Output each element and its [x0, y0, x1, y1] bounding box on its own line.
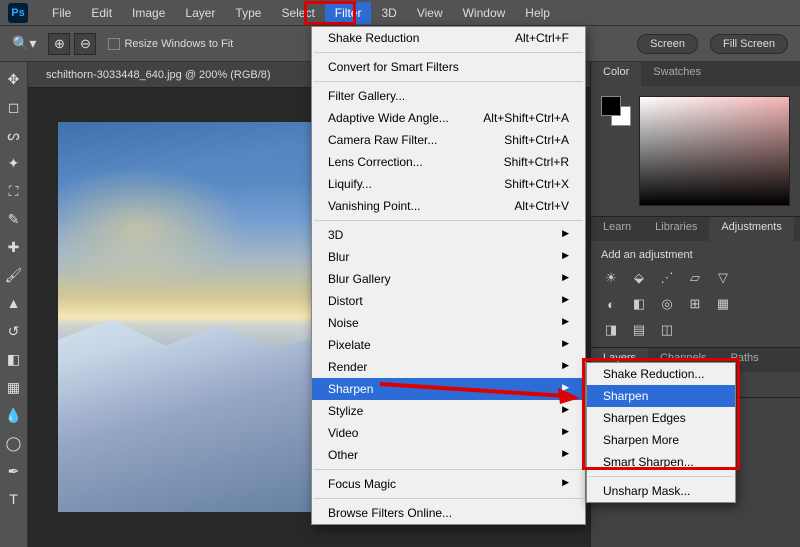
filter-item-vanishing-point-[interactable]: Vanishing Point...Alt+Ctrl+V [312, 195, 585, 217]
tab-learn[interactable]: Learn [591, 217, 643, 241]
posterize-icon[interactable]: ▤ [629, 321, 649, 339]
menu-3d[interactable]: 3D [371, 2, 406, 24]
history-brush-tool[interactable]: ↺ [3, 320, 25, 342]
filter-item--d[interactable]: 3D▶ [312, 224, 585, 246]
tab-color[interactable]: Color [591, 62, 641, 86]
checkbox-icon [108, 38, 120, 50]
filter-item-browse-filters-online-[interactable]: Browse Filters Online... [312, 502, 585, 524]
menu-filter[interactable]: Filter [325, 2, 372, 24]
filter-menu-dropdown: Shake ReductionAlt+Ctrl+F Convert for Sma… [311, 26, 586, 525]
zoom-in-button[interactable]: ⊕ [48, 33, 70, 55]
brush-tool[interactable]: 🖌 [3, 264, 25, 286]
zoom-out-button[interactable]: ⊖ [74, 33, 96, 55]
invert-icon[interactable]: ◨ [601, 321, 621, 339]
sharpen-submenu: Shake Reduction...SharpenSharpen EdgesSh… [586, 362, 736, 503]
filter-item-distort[interactable]: Distort▶ [312, 290, 585, 312]
menu-select[interactable]: Select [271, 2, 324, 24]
type-tool[interactable]: T [3, 488, 25, 510]
healing-tool[interactable]: ✚ [3, 236, 25, 258]
sharpen-item-smart-sharpen-[interactable]: Smart Sharpen... [587, 451, 735, 473]
filter-item-filter-gallery-[interactable]: Filter Gallery... [312, 85, 585, 107]
magic-wand-tool[interactable]: ✦ [3, 152, 25, 174]
menu-layer[interactable]: Layer [175, 2, 225, 24]
filter-item-blur[interactable]: Blur▶ [312, 246, 585, 268]
eraser-tool[interactable]: ◧ [3, 348, 25, 370]
menu-window[interactable]: Window [453, 2, 516, 24]
blur-tool[interactable]: 💧 [3, 404, 25, 426]
sharpen-item-unsharp-mask-[interactable]: Unsharp Mask... [587, 480, 735, 502]
filter-item-pixelate[interactable]: Pixelate▶ [312, 334, 585, 356]
hue-icon[interactable]: ◐ [601, 295, 621, 313]
app-logo: Ps [8, 3, 28, 23]
resize-windows-checkbox[interactable]: Resize Windows to Fit [108, 38, 233, 50]
threshold-icon[interactable]: ◫ [657, 321, 677, 339]
menu-help[interactable]: Help [515, 2, 560, 24]
resize-label: Resize Windows to Fit [124, 38, 233, 50]
filter-item-noise[interactable]: Noise▶ [312, 312, 585, 334]
sharpen-item-sharpen[interactable]: Sharpen [587, 385, 735, 407]
marquee-tool[interactable]: ◻ [3, 96, 25, 118]
canvas-image[interactable] [58, 122, 328, 512]
filter-item-liquify-[interactable]: Liquify...Shift+Ctrl+X [312, 173, 585, 195]
menu-edit[interactable]: Edit [81, 2, 122, 24]
filter-item-focus-magic[interactable]: Focus Magic▶ [312, 473, 585, 495]
fit-screen-button[interactable]: Screen [637, 34, 698, 54]
mixer-icon[interactable]: ⊞ [685, 295, 705, 313]
tab-adjustments[interactable]: Adjustments [709, 217, 794, 241]
sharpen-item-shake-reduction-[interactable]: Shake Reduction... [587, 363, 735, 385]
filter-item-lens-correction-[interactable]: Lens Correction...Shift+Ctrl+R [312, 151, 585, 173]
lasso-tool[interactable]: ᔕ [3, 124, 25, 146]
menu-view[interactable]: View [407, 2, 453, 24]
filter-item-camera-raw-filter-[interactable]: Camera Raw Filter...Shift+Ctrl+A [312, 129, 585, 151]
tools-panel: ✥ ◻ ᔕ ✦ ⛶ ✎ ✚ 🖌 ▲ ↺ ◧ ▦ 💧 ◯ ✒ T [0, 62, 28, 547]
fg-color-swatch[interactable] [601, 96, 621, 116]
color-swatches[interactable] [601, 96, 631, 126]
filter-item-sharpen[interactable]: Sharpen▶ [312, 378, 585, 400]
dodge-tool[interactable]: ◯ [3, 432, 25, 454]
filter-item-stylize[interactable]: Stylize▶ [312, 400, 585, 422]
levels-icon[interactable]: ⬙ [629, 269, 649, 287]
filter-item-render[interactable]: Render▶ [312, 356, 585, 378]
tab-swatches[interactable]: Swatches [641, 62, 713, 86]
filter-item-adaptive-wide-angle-[interactable]: Adaptive Wide Angle...Alt+Shift+Ctrl+A [312, 107, 585, 129]
adjustments-title: Add an adjustment [601, 249, 790, 261]
exposure-icon[interactable]: ▱ [685, 269, 705, 287]
zoom-tool-icon[interactable]: 🔍▾ [12, 35, 36, 52]
pen-tool[interactable]: ✒ [3, 460, 25, 482]
sharpen-item-sharpen-more[interactable]: Sharpen More [587, 429, 735, 451]
photo-filter-icon[interactable]: ◎ [657, 295, 677, 313]
stamp-tool[interactable]: ▲ [3, 292, 25, 314]
menu-image[interactable]: Image [122, 2, 175, 24]
document-title: schilthorn-3033448_640.jpg @ 200% (RGB/8… [46, 69, 271, 81]
sharpen-item-sharpen-edges[interactable]: Sharpen Edges [587, 407, 735, 429]
filter-item-shake-reduction[interactable]: Shake ReductionAlt+Ctrl+F [312, 27, 585, 49]
gradient-tool[interactable]: ▦ [3, 376, 25, 398]
bw-icon[interactable]: ◧ [629, 295, 649, 313]
fill-screen-button[interactable]: Fill Screen [710, 34, 788, 54]
curves-icon[interactable]: ⋰ [657, 269, 677, 287]
move-tool[interactable]: ✥ [3, 68, 25, 90]
vibrance-icon[interactable]: ▽ [713, 269, 733, 287]
eyedropper-tool[interactable]: ✎ [3, 208, 25, 230]
filter-item-video[interactable]: Video▶ [312, 422, 585, 444]
menu-file[interactable]: File [42, 2, 81, 24]
tab-libraries[interactable]: Libraries [643, 217, 709, 241]
lookup-icon[interactable]: ▦ [713, 295, 733, 313]
crop-tool[interactable]: ⛶ [3, 180, 25, 202]
brightness-icon[interactable]: ☀ [601, 269, 621, 287]
filter-item-convert-for-smart-filters[interactable]: Convert for Smart Filters [312, 56, 585, 78]
filter-item-other[interactable]: Other▶ [312, 444, 585, 466]
menubar: Ps FileEditImageLayerTypeSelectFilter3DV… [0, 0, 800, 26]
color-picker[interactable] [639, 96, 790, 206]
filter-item-blur-gallery[interactable]: Blur Gallery▶ [312, 268, 585, 290]
menu-type[interactable]: Type [225, 2, 271, 24]
